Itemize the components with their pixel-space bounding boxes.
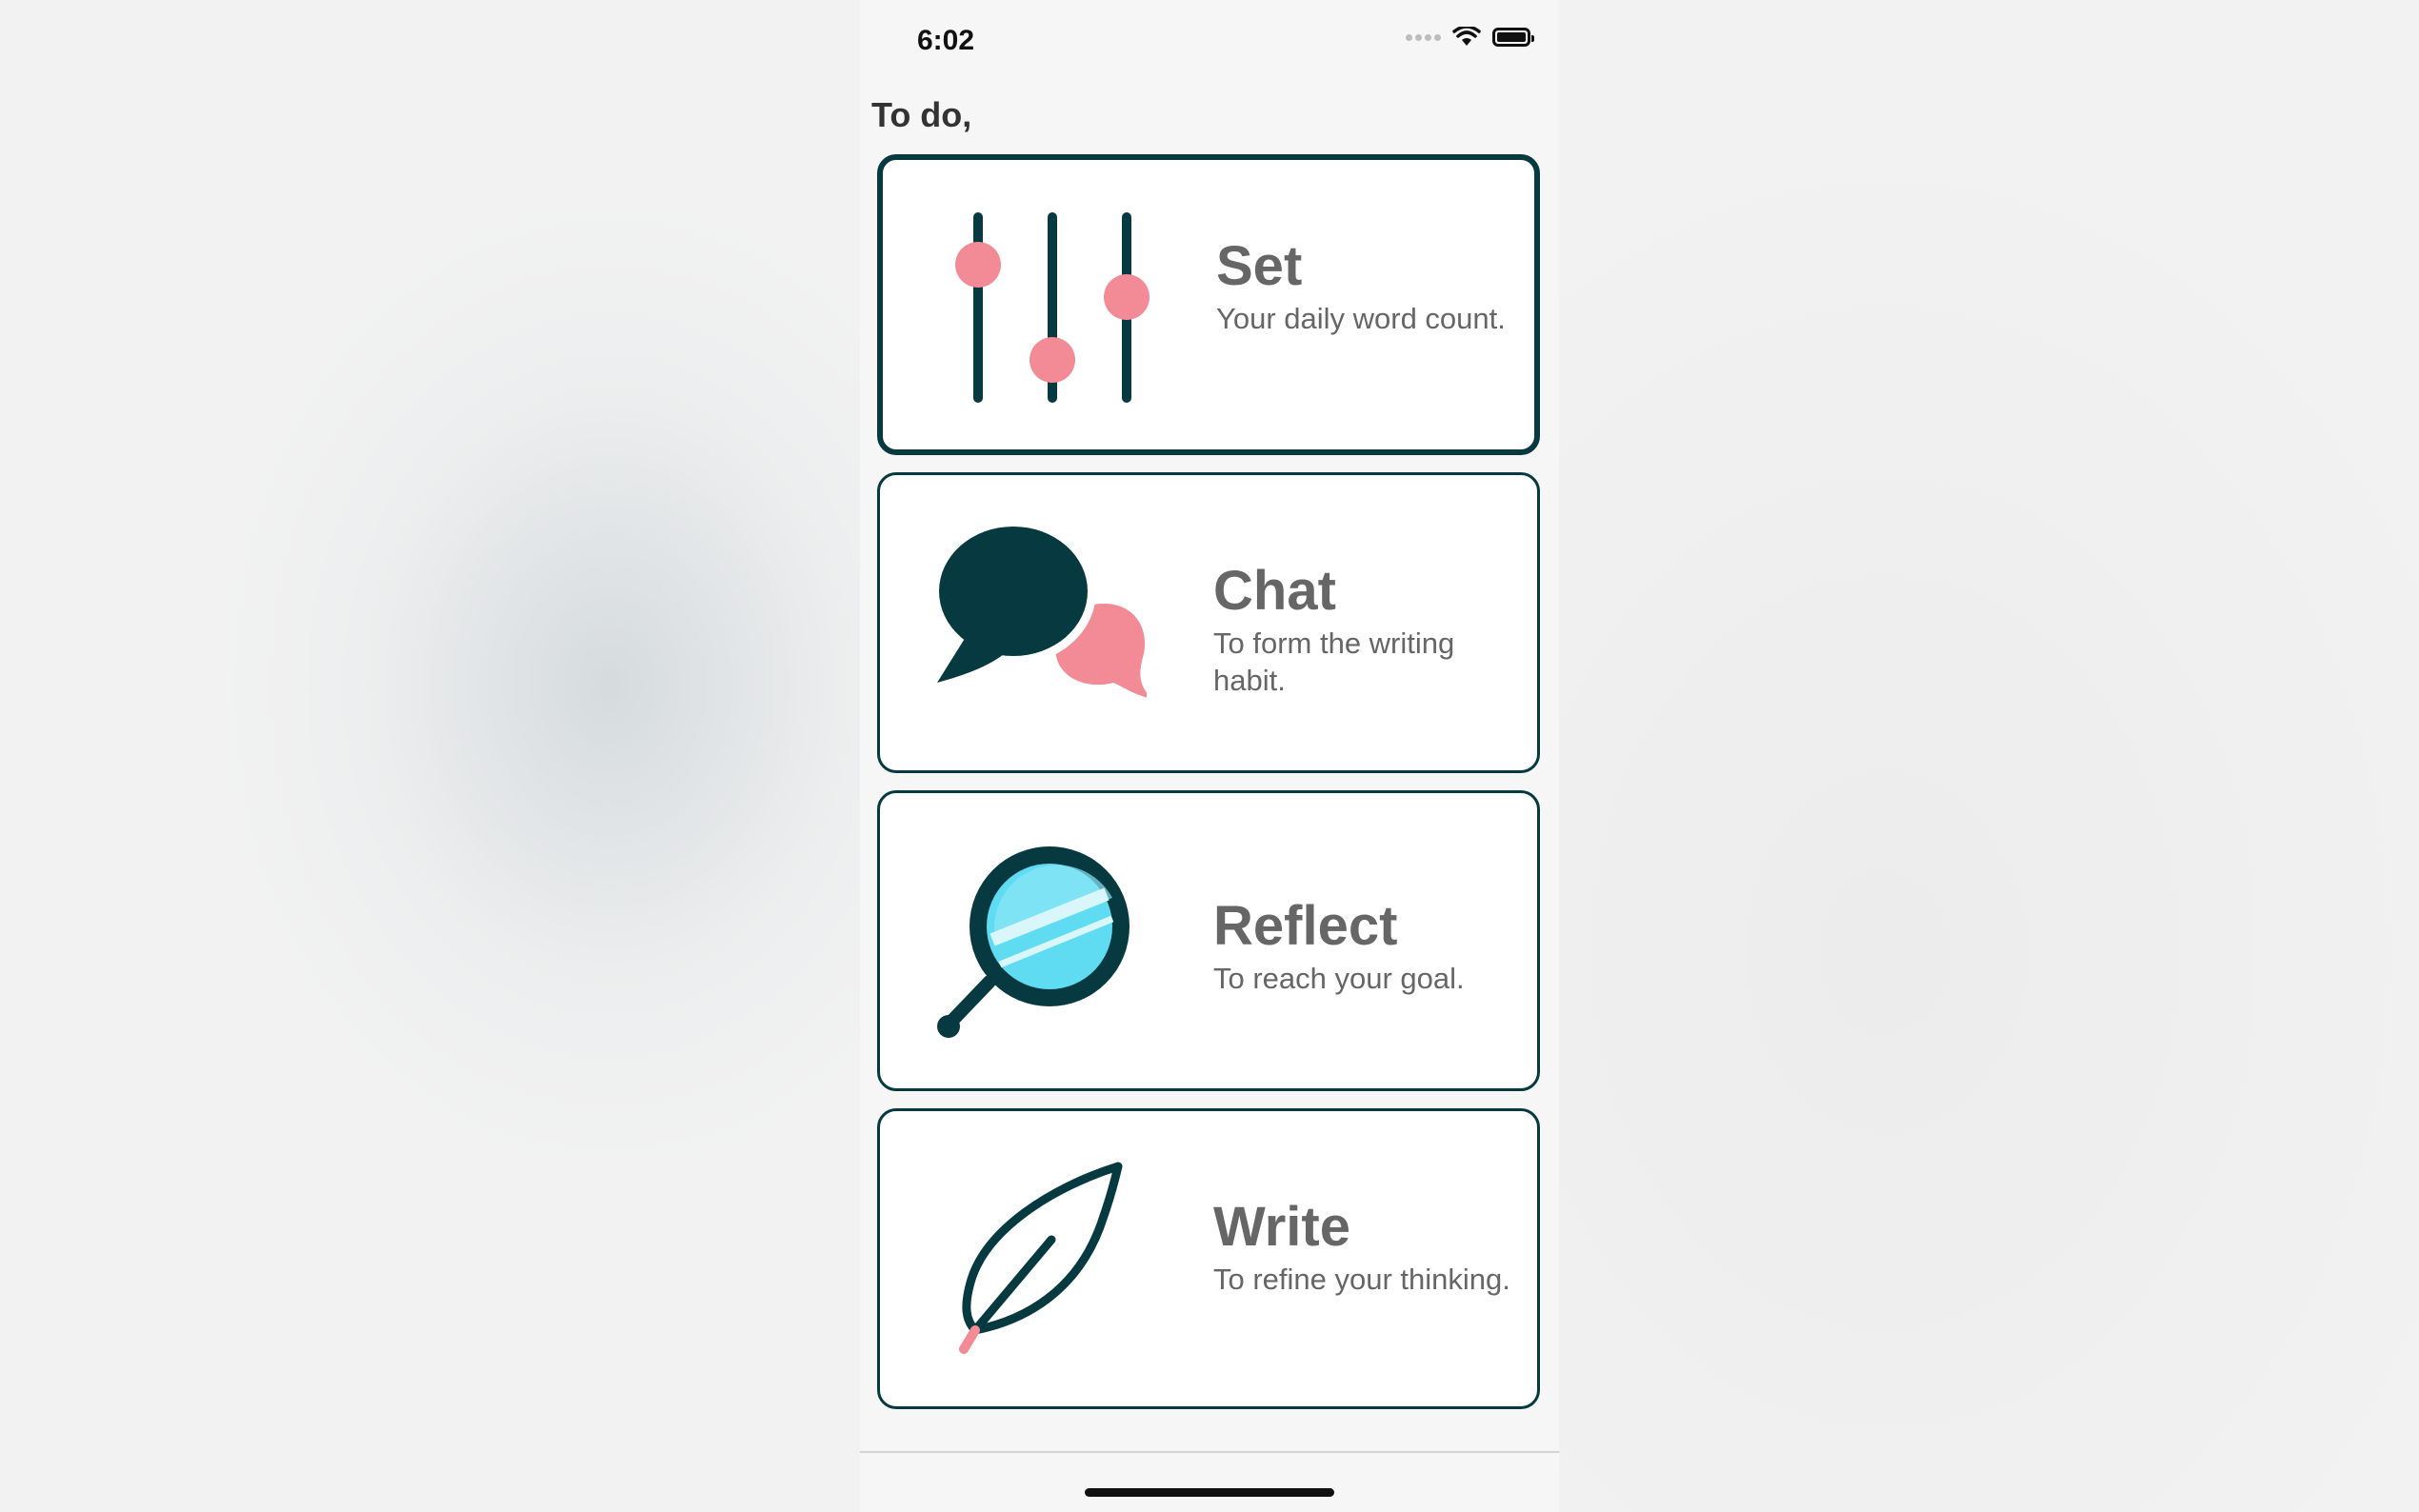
card-subtitle: To refine your thinking. bbox=[1213, 1262, 1510, 1296]
status-time: 6:02 bbox=[917, 25, 975, 56]
card-write[interactable]: Write To refine your thinking. bbox=[877, 1108, 1540, 1409]
status-indicators bbox=[1406, 27, 1534, 48]
card-chat[interactable]: Chat To form the writing habit. bbox=[877, 472, 1540, 773]
card-subtitle: To reach your goal. bbox=[1213, 961, 1465, 995]
card-subtitle: Your daily word count. bbox=[1216, 301, 1506, 335]
card-set[interactable]: Set Your daily word count. bbox=[877, 154, 1540, 455]
sliders-icon bbox=[940, 208, 1150, 408]
card-reflect[interactable]: Reflect To reach your goal. bbox=[877, 790, 1540, 1091]
card-title: Write bbox=[1213, 1196, 1350, 1258]
phone-screen: 6:02 To do, Set Your daily word count. C… bbox=[860, 0, 1559, 1512]
bottom-divider bbox=[860, 1451, 1559, 1453]
card-title: Reflect bbox=[1213, 895, 1398, 957]
mirror-icon bbox=[937, 841, 1147, 1041]
card-title: Chat bbox=[1213, 560, 1336, 622]
card-title: Set bbox=[1216, 235, 1303, 297]
chat-bubbles-icon bbox=[930, 518, 1151, 723]
wifi-icon bbox=[1452, 27, 1481, 46]
battery-icon bbox=[1492, 28, 1534, 47]
page-heading: To do, bbox=[871, 95, 972, 134]
card-subtitle: To form the writing habit. bbox=[1213, 626, 1455, 697]
cellular-signal-icon bbox=[1406, 33, 1441, 41]
home-indicator[interactable] bbox=[1085, 1488, 1334, 1497]
quill-icon bbox=[937, 1159, 1147, 1359]
